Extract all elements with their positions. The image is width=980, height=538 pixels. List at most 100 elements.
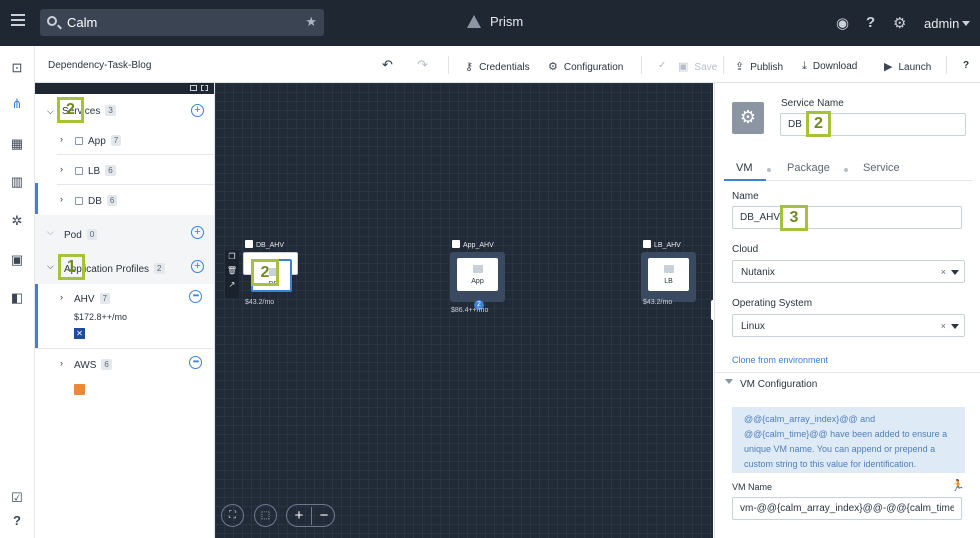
tab-vm[interactable]: VM (736, 162, 753, 174)
publish-button[interactable]: ⇪ Publish (735, 60, 783, 73)
select-area-icon[interactable]: ⬚ (254, 504, 277, 527)
chevron-right-icon[interactable]: › (60, 134, 63, 144)
chevron-down-icon[interactable]: ⌵ (47, 227, 54, 238)
chevron-down-icon[interactable]: ⌵ (47, 106, 54, 117)
service-gear-icon: ⚙ (732, 102, 764, 134)
chevron-down-icon[interactable] (725, 379, 733, 384)
hamburger-menu-icon[interactable] (11, 14, 25, 26)
lock-icon[interactable]: ▣ (10, 253, 24, 267)
service-icon (75, 197, 83, 205)
publish-label: Publish (750, 62, 784, 73)
library-icon[interactable]: ▥ (10, 175, 24, 189)
divider (57, 154, 214, 155)
settings-cogs-icon[interactable]: ✲ (10, 214, 24, 228)
clone-from-environment-link[interactable]: Clone from environment (732, 355, 828, 365)
top-bar: ★ Prism ◉ ? ⚙ admin (0, 0, 980, 46)
node-title-lb: LB_AHV (643, 240, 681, 249)
link-icon[interactable]: ↗ (225, 278, 239, 292)
tree-panel-header (35, 83, 214, 94)
chevron-down-icon (951, 270, 959, 275)
os-label: Operating System (732, 298, 813, 309)
pod-count-badge: 0 (86, 229, 98, 240)
vm-name-input[interactable] (732, 206, 962, 229)
node-cost: $86.4++/mo (451, 307, 489, 314)
star-icon[interactable]: ★ (305, 14, 317, 30)
tab-package[interactable]: Package (787, 162, 830, 174)
chevron-right-icon[interactable]: › (60, 164, 63, 174)
tree-item-lb[interactable]: LB 6 (88, 165, 116, 177)
canvas-node-app[interactable]: App (450, 252, 505, 302)
profile-item-ahv[interactable]: AHV 7 (74, 293, 111, 305)
zoom-out-button[interactable]: − (312, 506, 336, 525)
fit-view-icon[interactable]: ⛶ (221, 504, 244, 527)
tree-item-app[interactable]: App 7 (88, 135, 122, 147)
applications-icon[interactable]: ▦ (10, 137, 24, 151)
check-icon[interactable]: ✓ (658, 60, 666, 71)
search-input[interactable] (67, 13, 287, 32)
vm-name-template-input[interactable] (732, 497, 962, 520)
pod-header[interactable]: Pod 0 (64, 229, 98, 241)
credentials-button[interactable]: ⚷ Credentials (465, 60, 530, 73)
os-select[interactable]: Linux × (732, 314, 965, 337)
profile-cost: $172.8++/mo (74, 312, 128, 322)
config-gear-icon: ⚙ (548, 61, 558, 73)
launch-button[interactable]: ▶ Launch (884, 60, 931, 73)
delete-icon[interactable]: 🗑 (225, 264, 239, 278)
redo-icon[interactable]: ↷ (417, 57, 428, 73)
node-card: App (457, 258, 498, 291)
vm-icon (664, 265, 674, 273)
save-button[interactable]: ▣ Save (678, 60, 717, 73)
node-title-app: App_AHV (452, 240, 494, 249)
profile-more-button[interactable]: ••• (189, 290, 202, 303)
canvas-node-lb[interactable]: LB (641, 252, 696, 302)
clear-cloud-icon[interactable]: × (941, 267, 946, 277)
rail-help-icon[interactable]: ? (10, 514, 24, 528)
chevron-down-icon[interactable]: ⌵ (47, 261, 54, 272)
add-profile-button[interactable]: + (191, 260, 204, 273)
status-circle-icon[interactable]: ◉ (836, 14, 849, 32)
vm-configuration-title[interactable]: VM Configuration (740, 379, 817, 390)
active-indicator (35, 284, 38, 348)
zoom-in-button[interactable]: + (287, 506, 311, 525)
undo-icon[interactable]: ↶ (382, 57, 393, 73)
configuration-button[interactable]: ⚙ Configuration (548, 60, 623, 73)
profile-more-button[interactable]: ••• (189, 356, 202, 369)
tab-separator-dot (844, 168, 848, 172)
download-label: Download (812, 61, 858, 72)
help-icon[interactable]: ? (866, 14, 875, 31)
node-cost: $43.2/mo (245, 299, 275, 306)
tasks-checklist-icon[interactable]: ☑ (10, 491, 24, 505)
add-service-button[interactable]: + (191, 104, 204, 117)
credentials-label: Credentials (479, 62, 530, 73)
services-tree-panel: ⌵ Services 3 + 2 › App 7 › LB 6 › DB 6 ⌵ Pod… (35, 83, 215, 538)
vm-icon (473, 265, 483, 273)
chevron-down-icon (951, 324, 959, 329)
runner-icon[interactable]: 🏃 (951, 479, 965, 492)
os-value: Linux (741, 321, 765, 332)
panel-list-icon[interactable] (201, 85, 208, 91)
projects-icon[interactable]: ◧ (10, 291, 24, 305)
copy-icon[interactable]: ❐ (225, 250, 239, 264)
chevron-right-icon[interactable]: › (60, 292, 63, 302)
gear-icon[interactable]: ⚙ (893, 14, 906, 32)
marketplace-icon[interactable]: ⊡ (10, 61, 24, 75)
chevron-right-icon[interactable]: › (60, 358, 63, 368)
profile-item-aws[interactable]: AWS 6 (74, 359, 112, 371)
download-button[interactable]: ⤓ Download (802, 60, 857, 73)
tab-service[interactable]: Service (863, 162, 900, 174)
clear-os-icon[interactable]: × (941, 321, 946, 331)
chevron-right-icon[interactable]: › (60, 194, 63, 204)
user-menu[interactable]: admin (924, 16, 971, 31)
add-pod-button[interactable]: + (191, 226, 204, 239)
tree-item-db[interactable]: DB 6 (88, 195, 118, 207)
panel-layout-icon[interactable] (190, 85, 197, 91)
blueprints-icon[interactable]: ⋔ (10, 97, 24, 111)
node-card: LB (648, 258, 689, 291)
node-type-icon (245, 240, 253, 248)
prism-logo-icon (467, 15, 481, 28)
help-button[interactable]: ? (963, 60, 969, 71)
divider (35, 348, 214, 349)
tab-separator-dot (767, 168, 771, 172)
search-bar[interactable]: ★ (40, 9, 324, 36)
cloud-select[interactable]: Nutanix × (732, 260, 965, 283)
